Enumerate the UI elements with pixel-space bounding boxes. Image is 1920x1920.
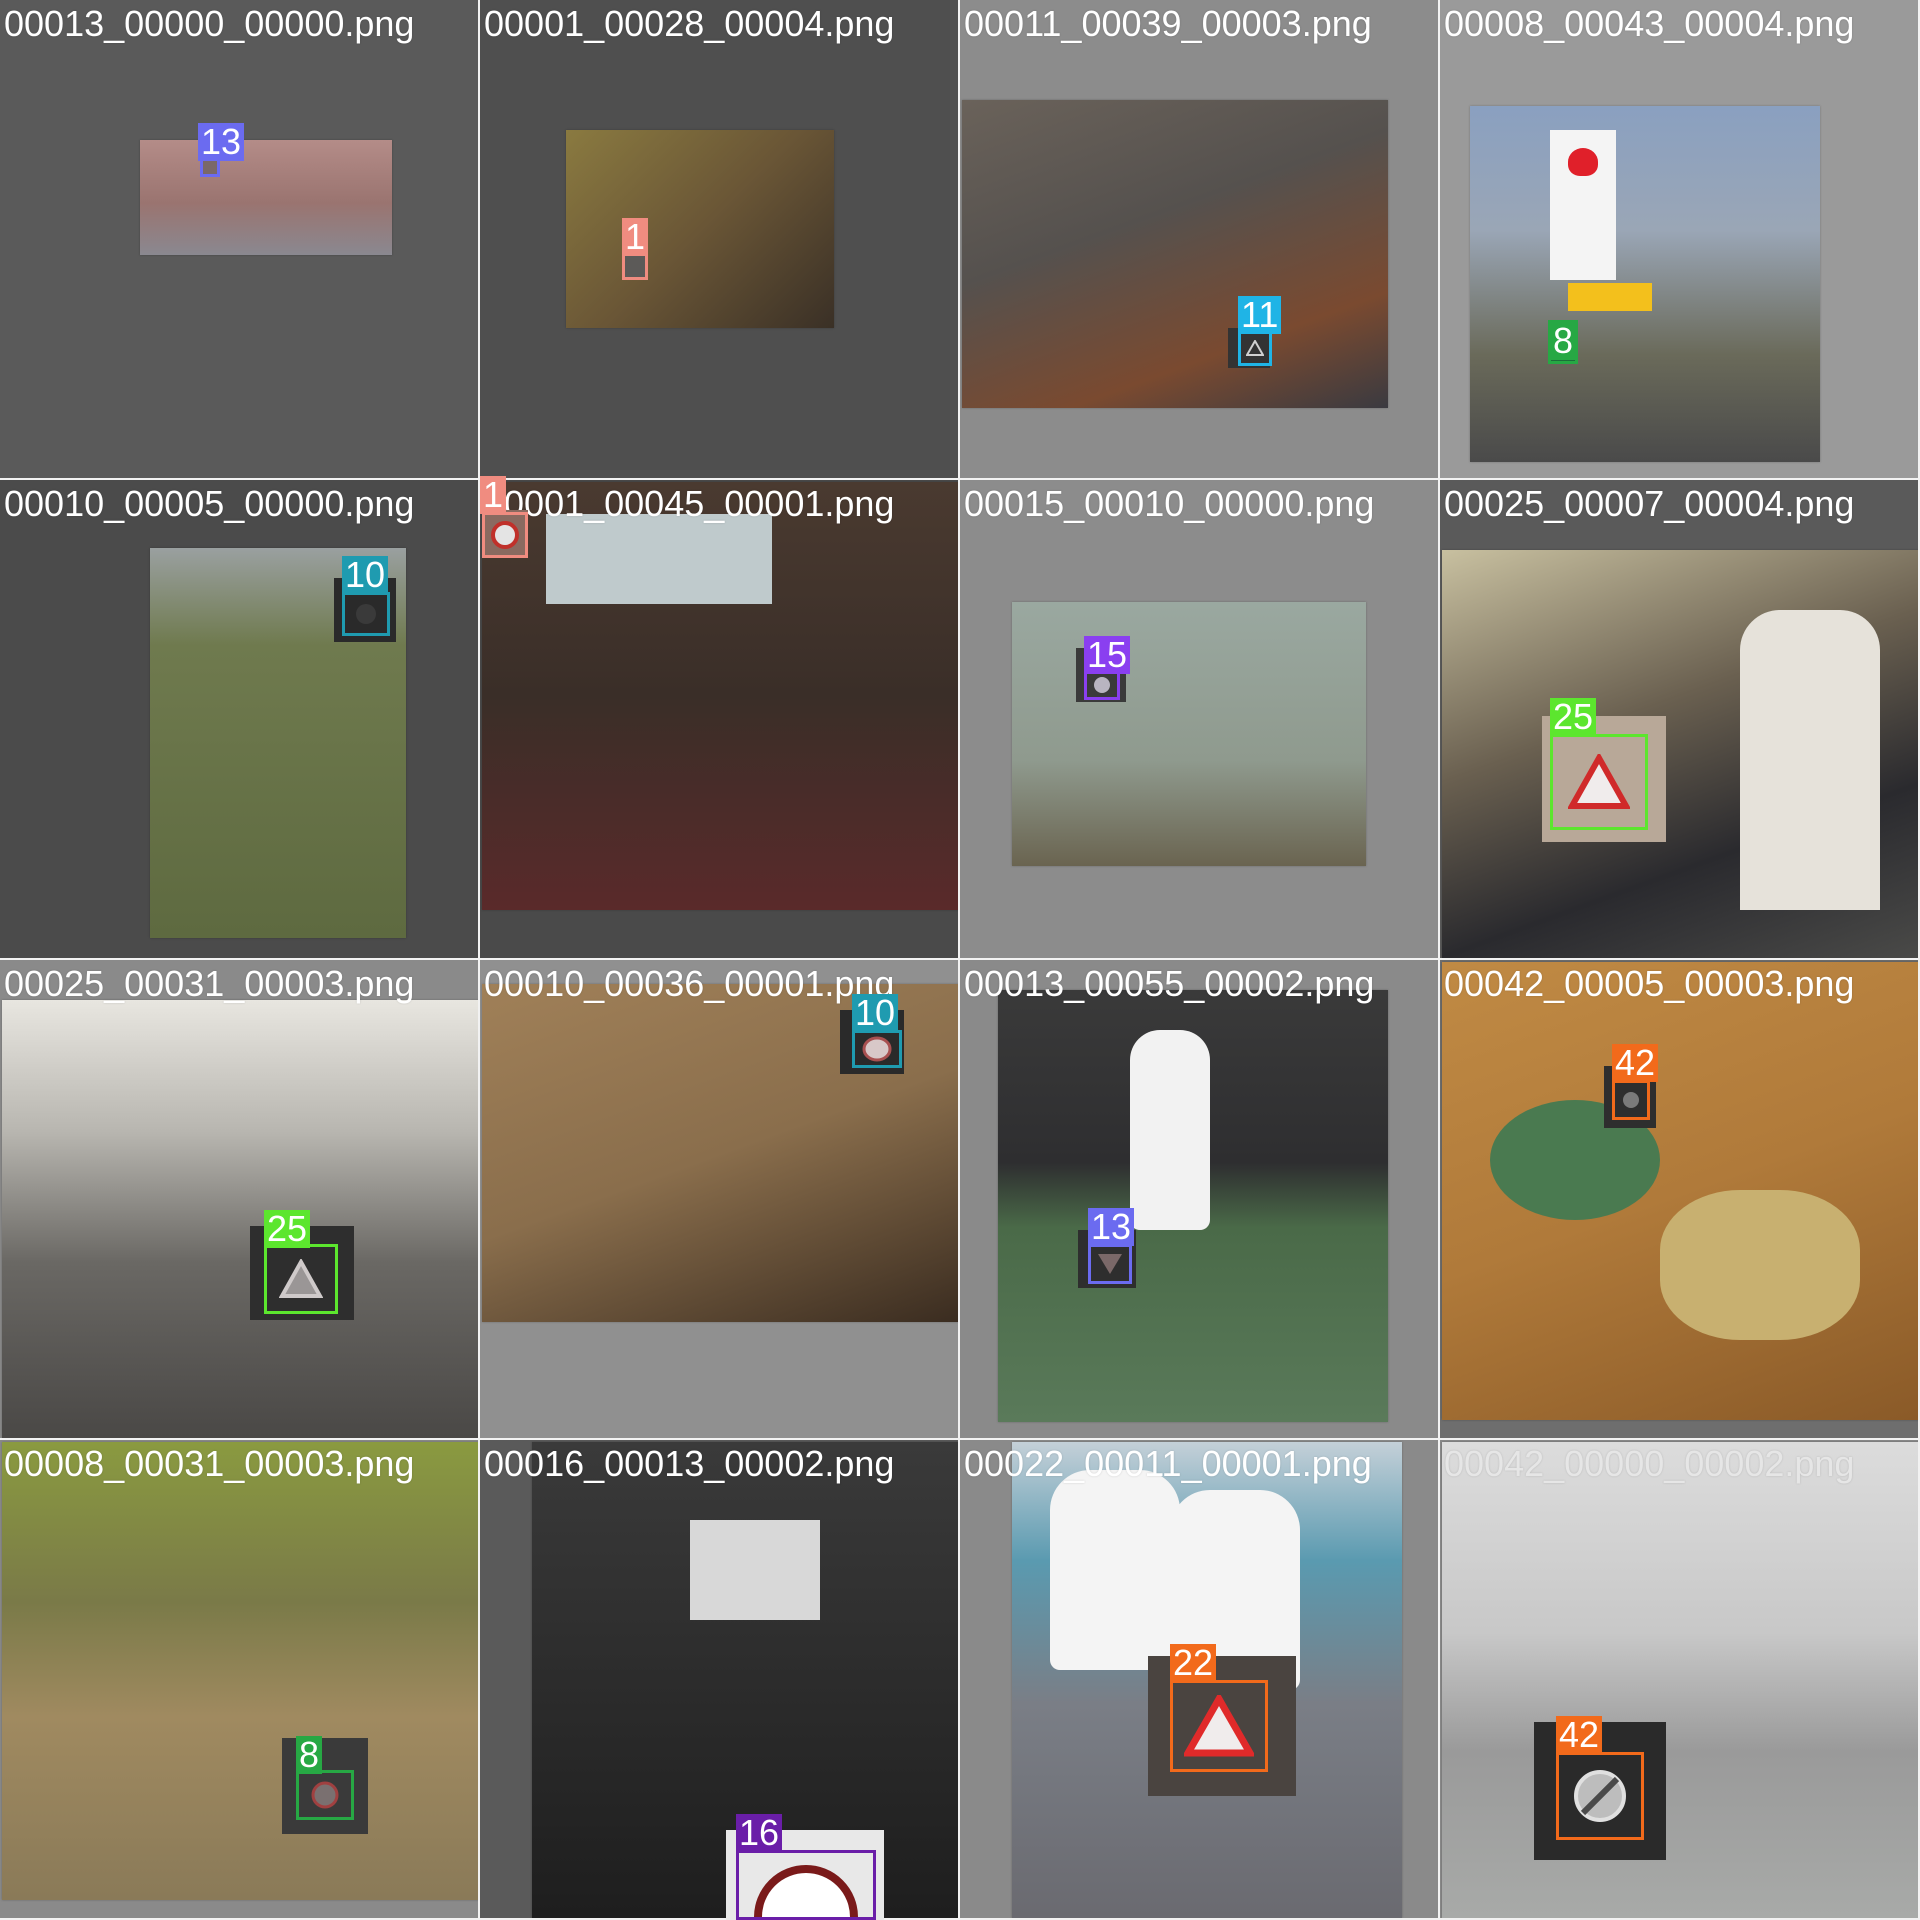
detection-box (1238, 330, 1272, 366)
class-label: 13 (198, 123, 245, 161)
mosaic-tile: 00008_00031_00003.png 8 (0, 1440, 480, 1920)
scene-photo (2, 1442, 478, 1900)
tile-filename: 00013_00000_00000.png (4, 3, 415, 44)
round-sign-icon (1623, 1092, 1639, 1108)
mosaic-tile: 00025_00031_00003.png 25 (0, 960, 480, 1440)
detection-box (1556, 1752, 1644, 1840)
class-label: 11 (1238, 296, 1282, 334)
triangle-sign-icon (279, 1259, 323, 1298)
tile-filename: 00001_00028_00004.png (484, 3, 895, 44)
round-sign-icon (491, 521, 519, 549)
mosaic-tile: 00042_00005_00003.png 42 (1440, 960, 1920, 1440)
round-sign-icon (311, 1781, 339, 1809)
mosaic-tile: 00013_00000_00000.png 13 (0, 0, 480, 480)
mosaic-tile: 00001_00045_00001.png 1 (480, 476, 960, 960)
class-label: 42 (1612, 1044, 1659, 1082)
triangle-sign-icon (1184, 1695, 1254, 1757)
tile-filename: 00010_00036_00001.png (484, 963, 895, 1004)
detection-box (1170, 1680, 1268, 1772)
mosaic-tile: 00001_00028_00004.png 1 (480, 0, 960, 480)
scene-photo (566, 130, 834, 328)
class-label: 42 (1556, 1716, 1603, 1754)
triangle-sign-icon (1246, 340, 1264, 356)
detection-box (852, 1030, 902, 1068)
scene-photo (1442, 1442, 1918, 1918)
detection-box (342, 592, 390, 636)
tile-filename: 00008_00043_00004.png (1444, 3, 1855, 44)
scene-photo (2, 1000, 478, 1438)
tile-filename: 00001_00045_00001.png (484, 483, 895, 524)
round-sign-icon (356, 604, 376, 624)
mosaic-tile: 00010_00036_00001.png 10 (480, 960, 960, 1440)
class-label: 1 (622, 218, 649, 256)
detection-box (736, 1850, 876, 1920)
detection-box (1612, 1080, 1650, 1120)
detection-box (1550, 734, 1648, 830)
scene-photo (1012, 602, 1366, 866)
tile-filename: 00013_00055_00002.png (964, 963, 1375, 1004)
class-label: 8 (296, 1736, 323, 1774)
round-sign-icon (754, 1865, 858, 1917)
detection-box (1088, 1244, 1132, 1284)
tile-filename: 00042_00005_00003.png (1444, 963, 1855, 1004)
class-label: 15 (1084, 636, 1131, 674)
detection-box (296, 1770, 354, 1820)
round-sign-icon (1574, 1770, 1626, 1822)
mosaic-tile: 00008_00043_00004.png 8 (1440, 0, 1920, 480)
class-label: 8 (1550, 322, 1577, 360)
tile-filename: 00042_00000_00002.png (1444, 1443, 1855, 1484)
tile-filename: 00022_00011_00001.png (964, 1443, 1372, 1484)
mosaic-tile: 00010_00005_00000.png 10 (0, 480, 480, 960)
detection-box (482, 512, 528, 558)
tile-filename: 00011_00039_00003.png (964, 3, 1372, 44)
tile-filename: 00025_00007_00004.png (1444, 483, 1855, 524)
triangle-sign-icon (1568, 754, 1630, 809)
class-label: 1 (480, 476, 507, 514)
class-label: 10 (342, 556, 389, 594)
tile-filename: 00025_00031_00003.png (4, 963, 415, 1004)
tile-filename: 00010_00005_00000.png (4, 483, 415, 524)
scene-photo (962, 100, 1388, 408)
mosaic-tile: 00025_00007_00004.png 25 (1440, 480, 1920, 960)
mosaic-tile: 00015_00010_00000.png 15 (960, 480, 1440, 960)
class-label: 22 (1170, 1644, 1217, 1682)
mosaic-grid: 00013_00000_00000.png 13 00001_00028_000… (0, 0, 1920, 1920)
round-sign-icon (1094, 677, 1110, 693)
mosaic-tile: 00042_00000_00002.png 42 (1440, 1440, 1920, 1920)
mosaic-tile: 00011_00039_00003.png 11 (960, 0, 1440, 480)
tile-filename: 00015_00010_00000.png (964, 483, 1375, 524)
tile-filename: 00016_00013_00002.png (484, 1443, 895, 1484)
mosaic-tile: 00022_00011_00001.png 22 (960, 1440, 1440, 1920)
class-label: 10 (852, 994, 899, 1032)
class-label: 25 (264, 1210, 311, 1248)
tile-filename: 00008_00031_00003.png (4, 1443, 415, 1484)
mosaic-tile: 00016_00013_00002.png 16 (480, 1440, 960, 1920)
triangle-sign-icon (1098, 1254, 1122, 1274)
detection-box (264, 1244, 338, 1314)
class-label: 13 (1088, 1208, 1135, 1246)
class-label: 25 (1550, 698, 1597, 736)
mosaic-tile: 00013_00055_00002.png 13 (960, 960, 1440, 1440)
round-sign-icon (862, 1036, 892, 1062)
class-label: 16 (736, 1814, 783, 1852)
scene-photo (140, 140, 392, 255)
